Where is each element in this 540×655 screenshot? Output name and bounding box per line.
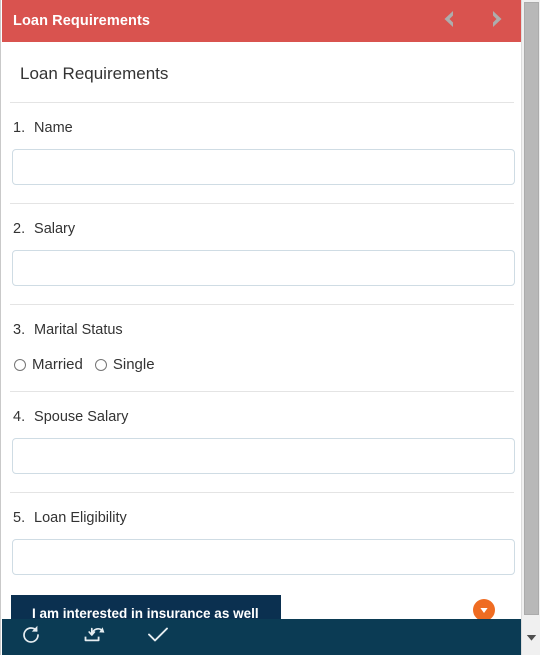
titlebar-nav bbox=[438, 0, 508, 42]
question-number: 5. bbox=[13, 510, 26, 526]
scrollbar-thumb[interactable] bbox=[524, 2, 539, 615]
question-label: 1. Name bbox=[2, 103, 521, 136]
question-number: 4. bbox=[13, 409, 26, 425]
page-title: Loan Requirements bbox=[13, 13, 151, 29]
form-scroll-area: Loan Requirements 1. Name 2. Salary 3. M… bbox=[2, 42, 521, 619]
question-text: Loan Eligibility bbox=[34, 510, 127, 526]
vertical-scrollbar[interactable] bbox=[521, 0, 540, 655]
radio-option-married[interactable]: Married bbox=[14, 356, 83, 373]
loan-eligibility-input[interactable] bbox=[12, 539, 515, 575]
form-window: Loan Requirements Loan Requirements 1. N… bbox=[0, 0, 540, 655]
marital-status-group: Married Single bbox=[2, 338, 521, 373]
question-5: 5. Loan Eligibility bbox=[2, 493, 521, 575]
question-4: 4. Spouse Salary bbox=[2, 392, 521, 474]
question-number: 1. bbox=[13, 120, 26, 136]
window-frame: Loan Requirements Loan Requirements 1. N… bbox=[0, 0, 521, 655]
question-2: 2. Salary bbox=[2, 204, 521, 286]
question-3: 3. Marital Status Married Single bbox=[2, 305, 521, 391]
check-icon[interactable] bbox=[146, 624, 170, 651]
radio-single[interactable] bbox=[94, 358, 107, 371]
scrollbar-down-arrow[interactable] bbox=[522, 619, 540, 655]
form-heading: Loan Requirements bbox=[20, 64, 169, 83]
caret-down-icon[interactable] bbox=[473, 599, 495, 619]
question-label: 2. Salary bbox=[2, 204, 521, 237]
question-text: Name bbox=[34, 120, 73, 136]
question-number: 2. bbox=[13, 221, 26, 237]
question-text: Salary bbox=[34, 221, 76, 237]
name-input[interactable] bbox=[12, 149, 515, 185]
insurance-interest-button[interactable]: I am interested in insurance as well bbox=[11, 595, 281, 619]
question-text: Spouse Salary bbox=[34, 409, 129, 425]
salary-input[interactable] bbox=[12, 250, 515, 286]
spouse-salary-input[interactable] bbox=[12, 438, 515, 474]
question-label: 3. Marital Status bbox=[2, 305, 521, 338]
cta-row: I am interested in insurance as well bbox=[2, 595, 521, 619]
radio-label: Single bbox=[112, 356, 155, 373]
refresh-icon[interactable] bbox=[20, 624, 42, 651]
chevron-left-icon[interactable] bbox=[438, 7, 460, 36]
restore-icon[interactable] bbox=[81, 624, 107, 651]
question-label: 4. Spouse Salary bbox=[2, 392, 521, 425]
question-text: Marital Status bbox=[34, 322, 123, 338]
question-1: 1. Name bbox=[2, 103, 521, 185]
radio-label: Married bbox=[32, 356, 83, 373]
question-number: 3. bbox=[13, 322, 26, 338]
radio-option-single[interactable]: Single bbox=[94, 356, 155, 373]
chevron-right-icon[interactable] bbox=[486, 7, 508, 36]
radio-married[interactable] bbox=[14, 358, 26, 371]
titlebar: Loan Requirements bbox=[2, 0, 521, 42]
question-label: 5. Loan Eligibility bbox=[2, 493, 521, 526]
bottom-toolbar bbox=[2, 619, 521, 655]
